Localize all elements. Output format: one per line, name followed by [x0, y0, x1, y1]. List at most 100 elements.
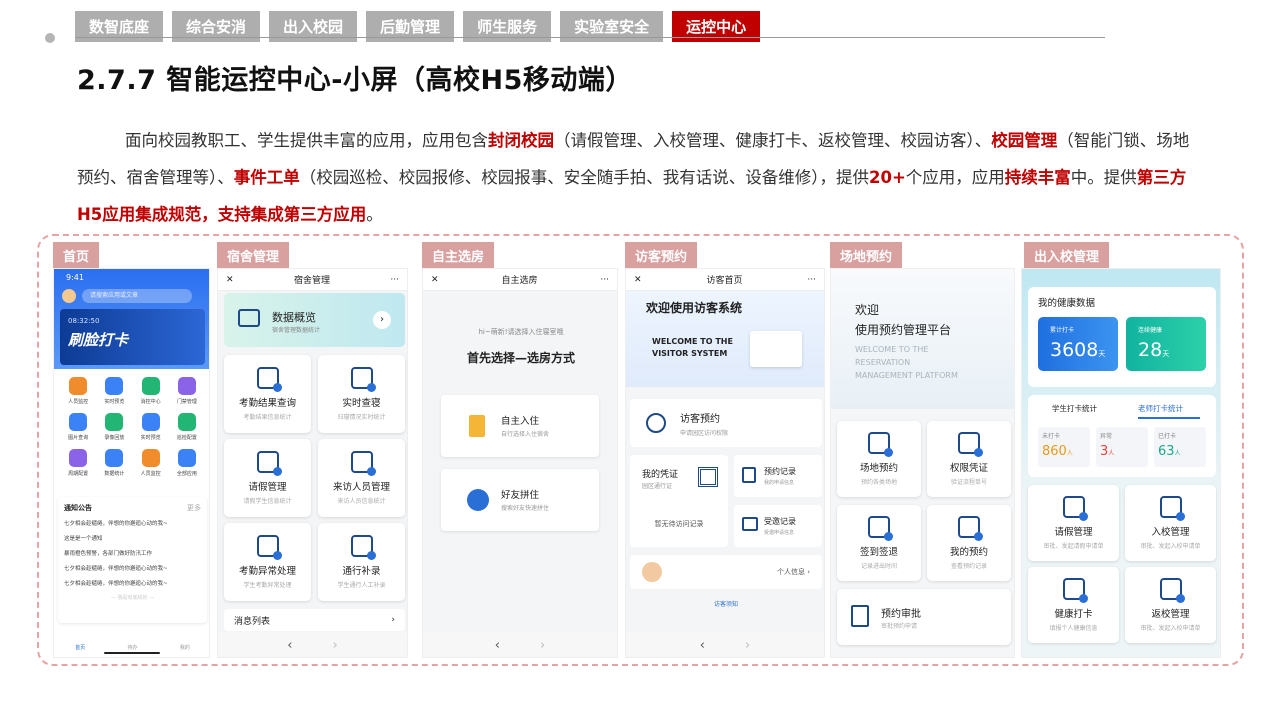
access-card-return[interactable]: 返校管理 审批、发起入校申请单 [1125, 567, 1216, 643]
notice-item[interactable]: 这是是一个通知 [64, 534, 201, 542]
home-return-icon [1159, 578, 1185, 603]
overview-card[interactable]: 数据概览 宿舍管理数据统计 › [224, 293, 405, 347]
tab-teacher-stats[interactable]: 老师打卡统计 [1138, 403, 1183, 414]
room-header: ✕ 自主选房 ··· [423, 269, 617, 291]
appointment-records-card[interactable]: 预约记录 我的申请信息 [734, 455, 822, 497]
app-item[interactable]: 全部应用 [169, 449, 205, 477]
face-checkin-banner[interactable]: 08:32:50 刷脸打卡 [60, 309, 205, 365]
dorm-card-exceptions[interactable]: 考勤异常处理 学生考勤异常处理 [224, 523, 311, 601]
personal-info-label: 个人信息 [776, 568, 805, 576]
notice-item[interactable]: 七夕相会趁缱绻，伴想的你邂逅心动的我~ [64, 579, 201, 587]
visitor-header: ✕ 访客首页 ··· [626, 269, 824, 291]
qr-code-icon [698, 467, 718, 487]
tabbar-home[interactable]: 首页 [75, 644, 85, 651]
banner-title: 刷脸打卡 [68, 331, 129, 349]
back-icon[interactable]: ‹ [700, 638, 705, 653]
browser-nav: ‹ › [626, 633, 824, 657]
attendance-icon [256, 367, 282, 392]
app-item[interactable]: 巡检配置 [169, 413, 205, 441]
app-icon [141, 377, 160, 395]
no-records: 暂无待访问记录 [654, 520, 704, 528]
back-icon[interactable]: ‹ [495, 638, 500, 653]
app-label: 消控中心 [140, 399, 161, 405]
visitor-banner: 欢迎使用访客系统 WELCOME TO THE VISITOR SYSTEM [626, 291, 824, 387]
search-input[interactable]: 请搜索应用或文章 [82, 289, 192, 303]
label-dorm: 宿舍管理 [217, 242, 290, 268]
card-subtitle: 归寝情况实时统计 [337, 414, 386, 421]
app-label: 周期配置 [68, 471, 89, 477]
screen-access: 我的健康数据 累计打卡 3608天 连续健康 28天 学生打卡统计 老师打卡统计… [1021, 268, 1221, 658]
card-subtitle: 记录进出时间 [860, 563, 897, 570]
visitor-notice-link[interactable]: 访客须知 [626, 599, 824, 608]
app-item[interactable]: 人员监控 [60, 377, 96, 405]
more-icon[interactable]: ··· [807, 275, 816, 285]
credential-card[interactable]: 我的凭证 园区通行证 暂无待访问记录 [630, 455, 728, 547]
venue-card-credential[interactable]: 权限凭证 验证流程单号 [927, 421, 1011, 497]
venue-card-signin[interactable]: 签到签退 记录进出时间 [837, 505, 921, 581]
visitor-welcome: 欢迎使用访客系统 [646, 301, 743, 315]
dorm-card-passage[interactable]: 通行补录 学生通行人工补录 [318, 523, 405, 601]
app-item[interactable]: 图片查询 [60, 413, 96, 441]
app-item[interactable]: 实时预览 [133, 413, 169, 441]
health-check-icon [1062, 578, 1088, 603]
app-item[interactable]: 门禁管理 [169, 377, 205, 405]
venue-card-approval[interactable]: 预约审批 审批预约申请 [837, 589, 1011, 645]
avatar[interactable] [62, 289, 76, 303]
close-icon[interactable]: ✕ [226, 275, 234, 285]
access-card-leave[interactable]: 请假管理 审批、发起请假申请单 [1028, 485, 1119, 561]
more-link[interactable]: 更多 [187, 503, 201, 513]
visitor-book-card[interactable]: 访客预约 申请园区访问权限 [630, 399, 822, 447]
more-icon[interactable]: ··· [390, 275, 399, 285]
notice-item[interactable]: 暴雨橙色预警，各部门做好防汛工作 [64, 549, 201, 557]
personal-info-row[interactable]: 个人信息 › [630, 555, 822, 589]
venue-card-booking[interactable]: 场地预约 预约各类场地 [837, 421, 921, 497]
forward-icon[interactable]: › [540, 638, 545, 653]
cert-subtitle: 园区通行证 [642, 483, 673, 490]
invite-subtitle: 受邀申请信息 [764, 530, 795, 536]
chevron-right-icon[interactable]: › [373, 311, 391, 329]
message-list-row[interactable]: 消息列表 › [224, 609, 405, 631]
forward-icon[interactable]: › [333, 638, 338, 653]
option-subtitle: 搜索好友快速拼住 [501, 505, 550, 512]
app-item[interactable]: 消控中心 [133, 377, 169, 405]
app-item[interactable]: 周期配置 [60, 449, 96, 477]
tab-underline [1138, 417, 1200, 419]
close-icon[interactable]: ✕ [431, 275, 439, 285]
more-icon[interactable]: ··· [600, 275, 609, 285]
tabbar-todo[interactable]: 待办 [127, 644, 137, 651]
screen-venue: 欢迎 使用预约管理平台 WELCOME TO THE RESERVATION M… [830, 268, 1015, 658]
notice-item[interactable]: 七夕相会趁缱绻，伴想的你邂逅心动的我~ [64, 564, 201, 572]
forward-icon[interactable]: › [745, 638, 750, 653]
book-subtitle: 申请园区访问权限 [680, 429, 729, 437]
page-title: 2.7.7 智能运控中心-小屏（高校H5移动端） [77, 65, 633, 96]
tab-student-stats[interactable]: 学生打卡统计 [1052, 403, 1097, 414]
option-friend[interactable]: 好友拼住 搜索好友快速拼住 [441, 469, 599, 531]
dorm-card-leave[interactable]: 请假管理 请假学生信息统计 [224, 439, 311, 517]
card-title: 场地预约 [859, 463, 898, 474]
stat-value: 860 [1042, 444, 1067, 459]
app-item[interactable]: 数据统计 [96, 449, 132, 477]
leave-icon [1062, 496, 1088, 521]
back-icon[interactable]: ‹ [287, 638, 292, 653]
access-card-entry[interactable]: 入校管理 审批、发起入校申请单 [1125, 485, 1216, 561]
invite-records-card[interactable]: 受邀记录 受邀申请信息 [734, 505, 822, 547]
notice-item[interactable]: 七夕相会趁缱绻，伴想的你邂逅心动的我~ [64, 519, 201, 527]
room-title: 自主选房 [501, 276, 538, 286]
access-card-health[interactable]: 健康打卡 填报个人健康信息 [1028, 567, 1119, 643]
app-item[interactable]: 录像回放 [96, 413, 132, 441]
app-item[interactable]: 人员监控 [133, 449, 169, 477]
app-item[interactable]: 实时预览 [96, 377, 132, 405]
app-icon [141, 413, 160, 431]
tabbar-mine[interactable]: 我的 [180, 644, 190, 651]
stat-checked: 已打卡 63人 [1154, 427, 1206, 467]
option-self[interactable]: 自主入住 自行选择入住宿舍 [441, 395, 599, 457]
app-label: 人员监控 [140, 471, 161, 477]
dorm-card-attendance[interactable]: 考勤结果查询 考勤结果信息统计 [224, 355, 311, 433]
dorm-card-visitors[interactable]: 来访人员管理 来访人员信息统计 [318, 439, 405, 517]
dorm-card-checkroom[interactable]: 实时查寝 归寝情况实时统计 [318, 355, 405, 433]
venue-card-mybooking[interactable]: 我的预约 查看预约记录 [927, 505, 1011, 581]
edit-doc-icon [350, 535, 376, 560]
close-icon[interactable]: ✕ [634, 275, 642, 285]
card-subtitle: 验证流程单号 [950, 479, 987, 486]
total-value-wrap: 3608天 [1050, 339, 1105, 361]
